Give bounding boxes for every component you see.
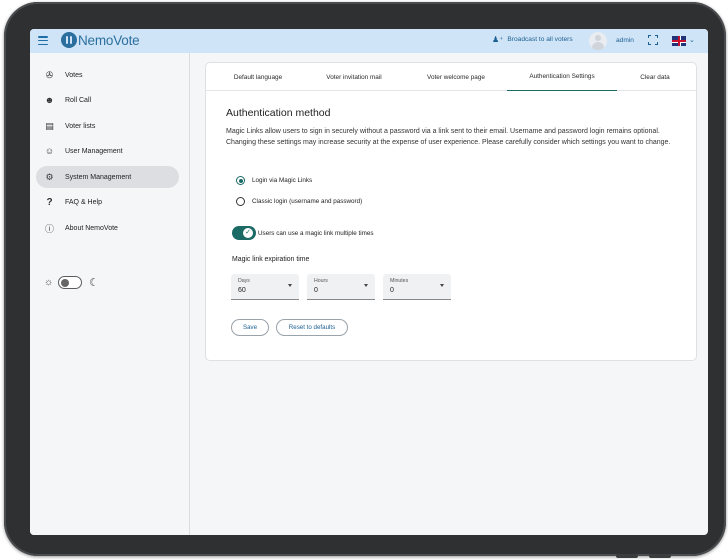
- list-icon: ▤: [45, 120, 54, 131]
- sidebar: ✇ Votes ☻ Roll Call ▤ Voter lists ☺ User…: [30, 53, 190, 535]
- save-button[interactable]: Save: [231, 319, 269, 336]
- votes-icon: ✇: [45, 69, 54, 80]
- sidebar-item-label: System Management: [65, 173, 132, 181]
- select-value: 0: [390, 287, 394, 294]
- tab-bar: Default language Voter invitation mail V…: [206, 63, 696, 91]
- sidebar-item-system-management[interactable]: ⚙ System Management: [36, 166, 179, 188]
- top-bar: NemoVote ♟⁺ Broadcast to all voters admi…: [30, 29, 708, 53]
- help-icon: ?: [46, 196, 53, 208]
- radio-button[interactable]: [236, 176, 245, 185]
- theme-switcher: ☼ ☾: [44, 276, 99, 289]
- broadcast-label: Broadcast to all voters: [507, 36, 573, 43]
- gear-icon: ⚙: [45, 171, 54, 182]
- sidebar-item-label: Votes: [65, 71, 83, 79]
- reset-defaults-button[interactable]: Reset to defaults: [276, 319, 348, 336]
- hours-select[interactable]: Hours 0: [307, 274, 375, 300]
- expiration-title: Magic link expiration time: [232, 256, 310, 263]
- radio-magic-links[interactable]: Login via Magic Links: [236, 176, 312, 185]
- dark-mode-toggle[interactable]: [58, 276, 83, 289]
- radio-button[interactable]: [236, 197, 245, 206]
- broadcast-button[interactable]: ♟⁺ Broadcast to all voters: [492, 35, 573, 44]
- fullscreen-icon[interactable]: [648, 35, 658, 45]
- logo-text: NemoVote: [78, 32, 140, 48]
- chevron-down-icon[interactable]: ⌄: [689, 36, 695, 44]
- description: Magic Links allow users to sign in secur…: [226, 128, 671, 146]
- sidebar-item-voter-lists[interactable]: ▤ Voter lists: [36, 115, 179, 137]
- info-icon: ⓘ: [44, 223, 54, 234]
- sidebar-item-user-management[interactable]: ☺ User Management: [36, 140, 179, 162]
- logo-mark-icon: [61, 32, 77, 48]
- users-icon: ☺: [44, 146, 55, 156]
- username[interactable]: admin: [616, 37, 634, 44]
- uk-flag-icon[interactable]: [672, 36, 686, 46]
- select-value: 0: [314, 287, 318, 294]
- logo[interactable]: NemoVote: [61, 32, 140, 48]
- sidebar-item-votes[interactable]: ✇ Votes: [36, 64, 179, 86]
- minutes-select[interactable]: Minutes 0: [383, 274, 451, 300]
- sidebar-item-about[interactable]: ⓘ About NemoVote: [36, 217, 179, 239]
- dropdown-arrow-icon: [440, 284, 444, 287]
- dropdown-arrow-icon: [364, 284, 368, 287]
- app-screen: NemoVote ♟⁺ Broadcast to all voters admi…: [30, 29, 708, 535]
- tab-authentication-settings[interactable]: Authentication Settings: [507, 63, 617, 91]
- moon-icon: ☾: [89, 277, 100, 289]
- broadcast-icon: ♟⁺: [492, 35, 504, 44]
- sun-icon: ☼: [44, 277, 54, 288]
- days-select[interactable]: Days 60: [231, 274, 299, 300]
- tab-clear-data[interactable]: Clear data: [631, 63, 679, 91]
- tab-default-language[interactable]: Default language: [220, 63, 296, 91]
- check-icon: ✓: [243, 228, 253, 238]
- tablet-button: [649, 554, 671, 558]
- radio-label: Classic login (username and password): [252, 198, 363, 205]
- sidebar-item-roll-call[interactable]: ☻ Roll Call: [36, 89, 179, 111]
- sidebar-item-label: Voter lists: [65, 122, 96, 130]
- multi-use-toggle-row: ✓ Users can use a magic link multiple ti…: [232, 226, 373, 240]
- section-title: Authentication method: [226, 107, 331, 119]
- tab-voter-invitation-mail[interactable]: Voter invitation mail: [316, 63, 392, 91]
- select-label: Minutes: [390, 278, 409, 284]
- sidebar-item-faq[interactable]: ? FAQ & Help: [36, 191, 179, 213]
- radio-classic-login[interactable]: Classic login (username and password): [236, 197, 362, 206]
- dropdown-arrow-icon: [288, 284, 292, 287]
- sidebar-item-label: Roll Call: [65, 96, 92, 104]
- menu-icon[interactable]: [38, 36, 48, 46]
- radio-label: Login via Magic Links: [252, 177, 313, 184]
- select-value: 60: [238, 287, 246, 294]
- tablet-button: [616, 554, 638, 558]
- sidebar-item-label: User Management: [65, 147, 123, 155]
- multi-use-toggle[interactable]: ✓: [232, 226, 256, 240]
- sidebar-item-label: FAQ & Help: [65, 198, 102, 206]
- select-label: Days: [238, 278, 250, 284]
- avatar[interactable]: [589, 32, 607, 50]
- settings-card: Default language Voter invitation mail V…: [205, 62, 697, 361]
- select-label: Hours: [314, 278, 328, 284]
- tablet-frame: NemoVote ♟⁺ Broadcast to all voters admi…: [4, 2, 726, 558]
- sidebar-item-label: About NemoVote: [65, 224, 118, 232]
- tab-voter-welcome-page[interactable]: Voter welcome page: [416, 63, 496, 91]
- toggle-label: Users can use a magic link multiple time…: [258, 229, 374, 237]
- roll-call-icon: ☻: [44, 95, 55, 105]
